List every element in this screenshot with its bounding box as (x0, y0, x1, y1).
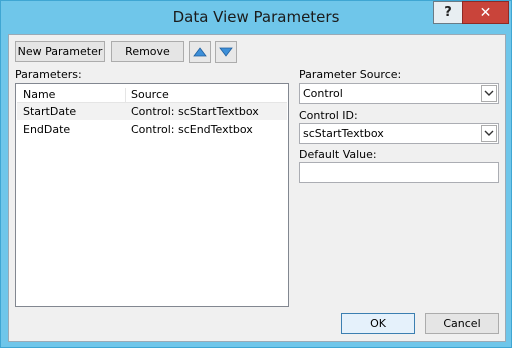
parameter-name: StartDate (23, 105, 77, 118)
chevron-down-icon (484, 90, 494, 96)
parameter-source-value: Control (303, 87, 343, 100)
list-item[interactable]: EndDate Control: scEndTextbox (17, 121, 287, 138)
move-up-button[interactable] (189, 41, 211, 63)
cancel-button[interactable]: Cancel (425, 313, 499, 334)
column-header-source[interactable]: Source (131, 88, 169, 101)
chevron-down-icon (484, 130, 494, 136)
control-id-value: scStartTextbox (303, 127, 384, 140)
parameter-name: EndDate (23, 123, 71, 136)
dropdown-button[interactable] (481, 85, 497, 102)
dropdown-button[interactable] (481, 125, 497, 142)
close-button[interactable]: ✕ (462, 1, 509, 24)
help-button[interactable]: ? (433, 1, 463, 24)
help-icon: ? (444, 5, 452, 20)
close-icon: ✕ (479, 4, 492, 21)
parameter-source: Control: scStartTextbox (131, 105, 259, 118)
remove-button[interactable]: Remove (111, 41, 184, 62)
parameter-source: Control: scEndTextbox (131, 123, 253, 136)
arrow-down-icon (219, 47, 233, 57)
control-id-label: Control ID: (299, 109, 358, 122)
default-value-label: Default Value: (299, 148, 377, 161)
column-header-name[interactable]: Name (23, 88, 55, 101)
list-header: Name Source (17, 86, 287, 103)
new-parameter-button[interactable]: New Parameter (15, 41, 105, 62)
arrow-up-icon (193, 47, 207, 57)
list-item[interactable]: StartDate Control: scStartTextbox (17, 103, 287, 120)
parameter-source-label: Parameter Source: (299, 68, 402, 81)
column-divider[interactable] (125, 88, 126, 102)
parameters-list[interactable]: Name Source StartDate Control: scStartTe… (15, 83, 289, 307)
parameters-label: Parameters: (15, 68, 82, 81)
title-bar[interactable]: Data View Parameters ? ✕ (1, 1, 511, 33)
control-id-select[interactable]: scStartTextbox (299, 123, 499, 144)
default-value-input[interactable] (299, 162, 499, 183)
ok-button[interactable]: OK (341, 313, 415, 334)
dialog-window: Data View Parameters ? ✕ New Parameter R… (0, 0, 512, 348)
dialog-body: New Parameter Remove Parameters: Name So… (8, 34, 506, 342)
move-down-button[interactable] (215, 41, 237, 63)
parameter-source-select[interactable]: Control (299, 83, 499, 104)
